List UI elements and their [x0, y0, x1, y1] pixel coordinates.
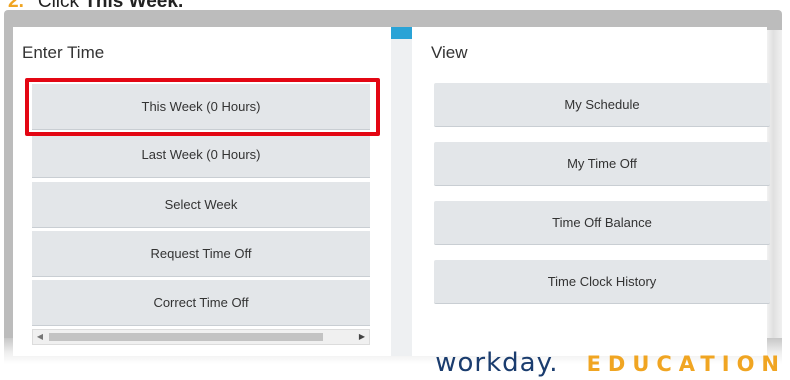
last-week-button[interactable]: Last Week (0 Hours)	[32, 132, 370, 178]
select-week-button[interactable]: Select Week	[32, 182, 370, 228]
vertical-scrollbar-thumb[interactable]	[391, 27, 412, 39]
screenshot-frame: Enter Time This Week (0 Hours) Last Week…	[4, 10, 782, 364]
education-label: EDUCATION	[586, 352, 786, 376]
workday-logo: workday.	[435, 348, 559, 378]
enter-time-title: Enter Time	[22, 43, 105, 62]
scrollbar-thumb[interactable]	[49, 333, 323, 341]
time-clock-history-button[interactable]: Time Clock History	[434, 260, 770, 304]
scroll-left-icon[interactable]: ◀	[33, 330, 47, 344]
time-panel: Enter Time This Week (0 Hours) Last Week…	[13, 27, 770, 356]
request-time-off-button[interactable]: Request Time Off	[32, 231, 370, 277]
enter-time-section: Enter Time This Week (0 Hours) Last Week…	[13, 27, 382, 356]
vertical-scrollbar[interactable]	[391, 27, 412, 356]
correct-time-off-button[interactable]: Correct Time Off	[32, 280, 370, 326]
my-time-off-button[interactable]: My Time Off	[434, 142, 770, 186]
time-off-balance-button[interactable]: Time Off Balance	[434, 201, 770, 245]
workday-education-logo: workday. EDUCATION	[435, 348, 786, 378]
view-section: View My Schedule My Time Off Time Off Ba…	[413, 27, 770, 356]
my-schedule-button[interactable]: My Schedule	[434, 83, 770, 127]
view-title: View	[431, 43, 468, 62]
this-week-button[interactable]: This Week (0 Hours)	[32, 84, 370, 130]
horizontal-scrollbar[interactable]: ◀ ▶	[32, 329, 370, 345]
scroll-right-icon[interactable]: ▶	[355, 330, 369, 344]
